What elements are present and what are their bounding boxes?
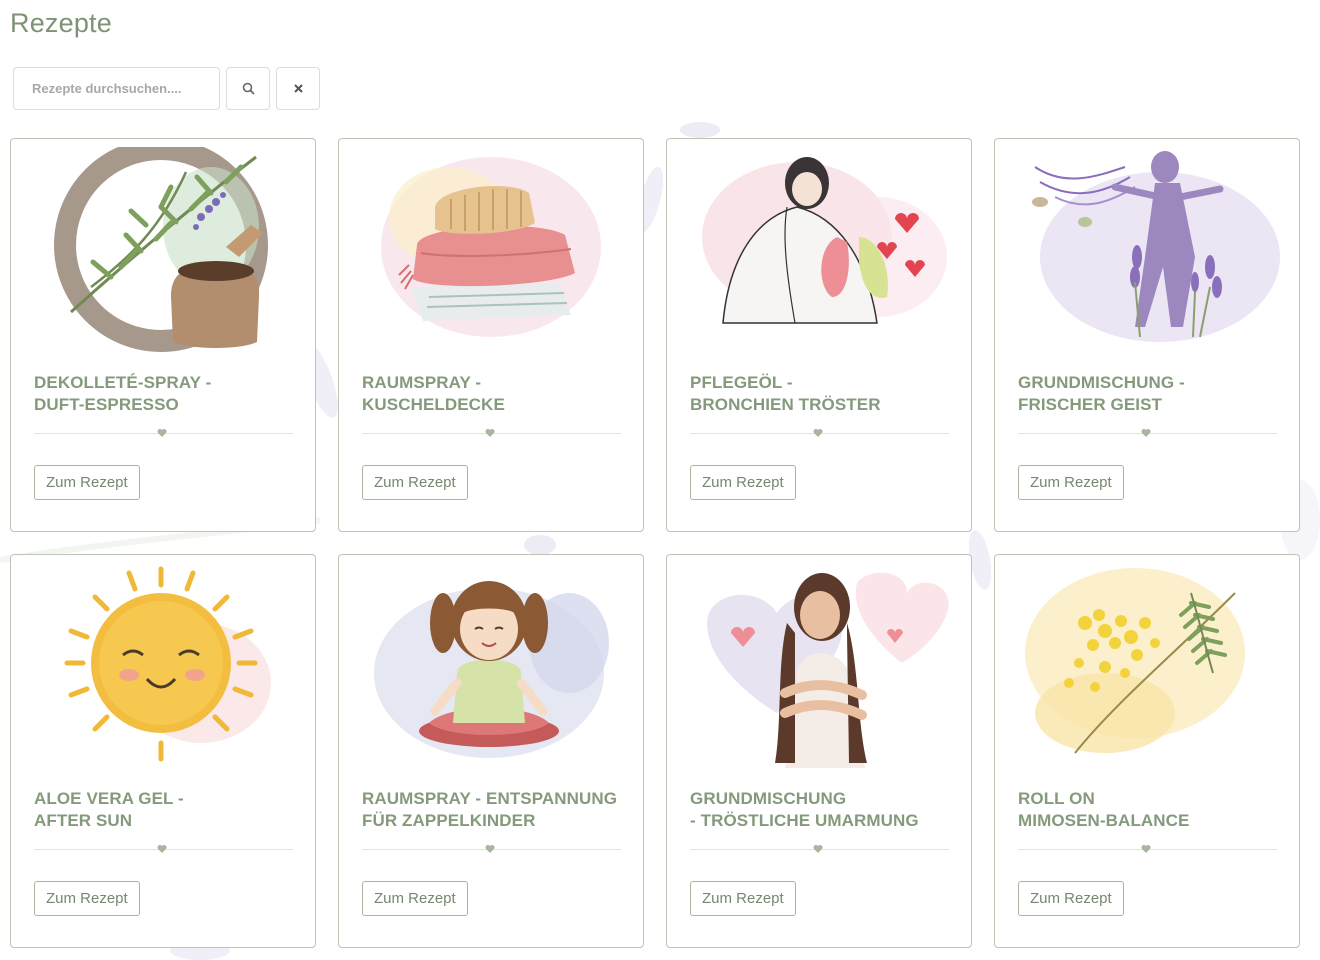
recipe-image[interactable] <box>339 147 643 359</box>
heart-icon <box>485 429 495 437</box>
heart-icon <box>813 429 823 437</box>
recipe-title[interactable]: Dekolleté-Spray - Duft-Espresso <box>34 372 299 416</box>
recipe-card: Roll On Mimosen-Balance Zum Rezept <box>994 554 1300 948</box>
self-hug-woman-illustration <box>707 572 949 768</box>
recipe-image[interactable] <box>339 563 643 775</box>
recipes-page: Rezepte Rezepte durchsuchen.... DEKOLLET… <box>0 0 1320 960</box>
heart-icon <box>157 845 167 853</box>
clear-search-button[interactable] <box>276 67 320 110</box>
heart-icon <box>1141 429 1151 437</box>
recipe-title[interactable]: Grundmischung - Frischer Geist <box>1018 372 1283 416</box>
heart-icon <box>1141 845 1151 853</box>
recipe-title[interactable]: Raumspray - Kuscheldecke <box>362 372 627 416</box>
recipe-card: Raumspray - Entspannung für Zappelkinder… <box>338 554 644 948</box>
search-bar <box>13 67 320 110</box>
close-icon <box>293 84 303 93</box>
recipe-image[interactable] <box>667 147 971 359</box>
search-icon <box>242 82 255 95</box>
recipe-title[interactable]: Aloe Vera Gel - After Sun <box>34 788 299 832</box>
meditating-girl-illustration <box>374 581 609 758</box>
zum-rezept-button[interactable]: Zum Rezept <box>690 881 796 916</box>
rosemary-coffee-illustration <box>54 147 268 352</box>
heart-icon <box>813 845 823 853</box>
lavender-silhouette-illustration <box>1032 151 1280 342</box>
smiling-sun-illustration <box>64 566 271 762</box>
zum-rezept-button[interactable]: Zum Rezept <box>34 881 140 916</box>
blanket-stack-illustration <box>381 157 601 337</box>
zum-rezept-button[interactable]: Zum Rezept <box>690 465 796 500</box>
recipe-card: Pflegeöl - Bronchien Tröster Zum Rezept <box>666 138 972 532</box>
zum-rezept-button[interactable]: Zum Rezept <box>34 465 140 500</box>
recipe-card: Dekolleté-Spray - Duft-Espresso Zum Reze… <box>10 138 316 532</box>
zum-rezept-button[interactable]: Zum Rezept <box>1018 881 1124 916</box>
recipe-card: Grundmischung - Frischer Geist Zum Rezep… <box>994 138 1300 532</box>
mimosa-illustration <box>1025 568 1245 754</box>
recipe-title[interactable]: Grundmischung - Tröstliche Umarmung <box>690 788 955 832</box>
recipe-image[interactable] <box>11 563 315 775</box>
recipe-card: Raumspray - Kuscheldecke Zum Rezept <box>338 138 644 532</box>
recipe-image[interactable] <box>995 563 1299 775</box>
zum-rezept-button[interactable]: Zum Rezept <box>362 881 468 916</box>
recipe-image[interactable] <box>995 147 1299 359</box>
woman-blanket-lungs-illustration <box>702 157 947 324</box>
recipe-card: Grundmischung - Tröstliche Umarmung Zum … <box>666 554 972 948</box>
page-title: Rezepte <box>10 8 112 38</box>
recipe-card: Aloe Vera Gel - After Sun Zum Rezept <box>10 554 316 948</box>
recipe-title[interactable]: Pflegeöl - Bronchien Tröster <box>690 372 955 416</box>
recipe-title[interactable]: Raumspray - Entspannung für Zappelkinder <box>362 788 627 832</box>
search-input[interactable] <box>13 67 220 110</box>
heart-icon <box>157 429 167 437</box>
heart-icon <box>485 845 495 853</box>
search-button[interactable] <box>226 67 270 110</box>
recipe-image[interactable] <box>667 563 971 775</box>
recipe-image[interactable] <box>11 147 315 359</box>
recipe-title[interactable]: Roll On Mimosen-Balance <box>1018 788 1283 832</box>
zum-rezept-button[interactable]: Zum Rezept <box>362 465 468 500</box>
zum-rezept-button[interactable]: Zum Rezept <box>1018 465 1124 500</box>
